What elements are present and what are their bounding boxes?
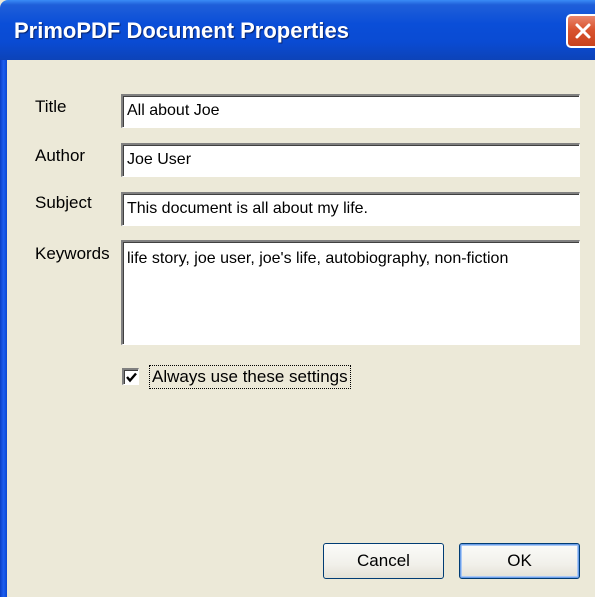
title-label: Title	[35, 97, 67, 116]
author-field[interactable]: Joe User	[121, 143, 580, 177]
dialog-window: PrimoPDF Document Properties Title All a…	[0, 0, 595, 597]
cancel-button[interactable]: Cancel	[323, 543, 444, 579]
subject-field[interactable]: This document is all about my life.	[121, 192, 580, 226]
close-button[interactable]	[566, 14, 595, 48]
author-label: Author	[35, 146, 86, 165]
always-use-label[interactable]: Always use these settings	[149, 365, 351, 389]
keywords-field[interactable]: life story, joe user, joe's life, autobi…	[121, 240, 580, 345]
window-frame-left	[0, 60, 7, 597]
window-title: PrimoPDF Document Properties	[14, 18, 349, 43]
title-field[interactable]: All about Joe	[121, 94, 580, 128]
checkmark-icon	[126, 372, 137, 383]
ok-button[interactable]: OK	[459, 543, 580, 579]
title-bar[interactable]: PrimoPDF Document Properties	[0, 0, 595, 60]
close-icon	[575, 23, 591, 39]
subject-label: Subject	[35, 193, 92, 212]
keywords-label: Keywords	[35, 244, 110, 263]
always-use-checkbox[interactable]	[122, 368, 139, 385]
